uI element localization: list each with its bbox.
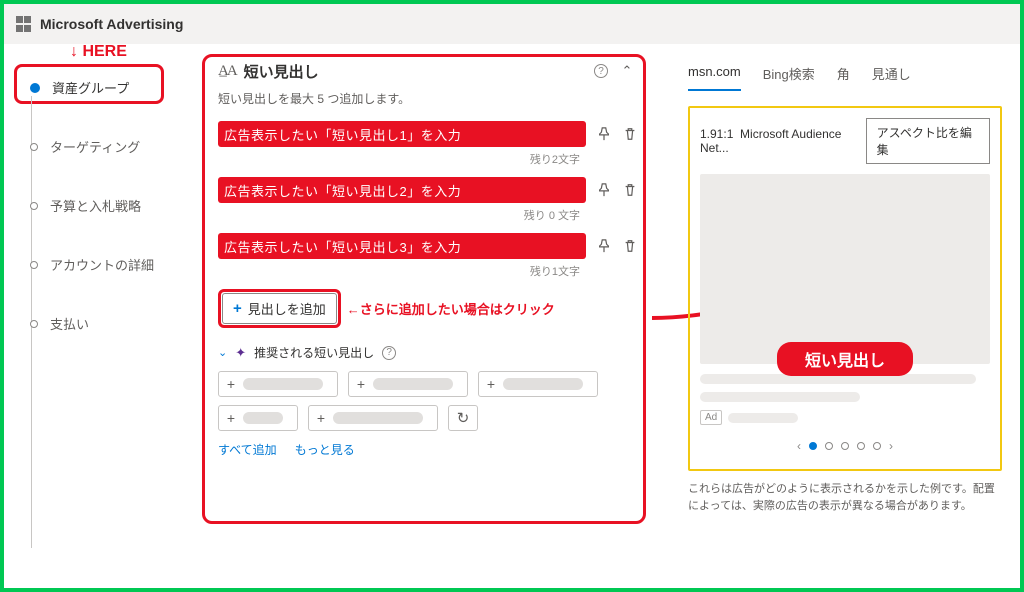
sidebar-item-label: 予算と入札戦略 [50,196,141,215]
step-dot-icon [30,261,38,269]
sidebar-item-payment[interactable]: 支払い [22,308,180,339]
microsoft-logo-icon [16,16,32,32]
headline-badge: 短い見出し [777,342,913,376]
brand-label: Microsoft Advertising [40,16,183,32]
step-dot-icon [30,202,38,210]
pin-icon[interactable] [596,238,612,254]
sidebar: ↓ HERE 資産グループ ターゲティング 予算と入札戦略 アカウントの詳細 支… [4,44,184,588]
preview-pane: msn.com Bing検索 角 見通し 1.91:1 Microsoft Au… [680,44,1020,588]
highlight-add-box: + 見出しを追加 [218,289,341,328]
preview-tabs: msn.com Bing検索 角 見通し [688,64,1002,92]
sidebar-item-account[interactable]: アカウントの詳細 [22,249,180,280]
char-counter: 残り1文字 [218,263,638,279]
pager-prev-icon[interactable]: ‹ [797,439,801,453]
help-icon[interactable]: ? [594,64,608,78]
pager-dot[interactable] [809,442,817,450]
suggest-label: 推奨される短い見出し [254,344,374,361]
chevron-down-icon[interactable]: ⌄ [218,346,227,359]
trash-icon[interactable] [622,182,638,198]
suggestion-pill[interactable]: + [348,371,468,397]
plus-icon: + [219,376,243,392]
trash-icon[interactable] [622,238,638,254]
add-headline-button[interactable]: + 見出しを追加 [222,293,337,324]
help-icon[interactable]: ? [382,346,396,360]
preview-text-lines: Ad [700,374,990,425]
preview-disclaimer: これらは広告がどのように表示されるかを示した例です。配置によっては、実際の広告の… [688,481,1002,514]
sidebar-item-label: ターゲティング [50,137,140,156]
tab-outlook[interactable]: 見通し [872,64,911,91]
plus-icon: + [479,376,503,392]
sidebar-item-targeting[interactable]: ターゲティング [22,131,180,162]
plus-icon: + [309,410,333,426]
sparkle-icon: ✦ [235,345,246,361]
headline-input[interactable]: 広告表示したい「短い見出し3」を入力 [218,233,586,259]
suggestion-pill[interactable]: + [218,405,298,431]
step-dot-icon [30,320,38,328]
preview-image-placeholder: 短い見出し [700,174,990,364]
sidebar-item-budget[interactable]: 予算と入札戦略 [22,190,180,221]
pager-dot[interactable] [825,442,833,450]
suggestion-pill[interactable]: + [218,371,338,397]
char-counter: 残り2文字 [218,151,638,167]
tab-corner[interactable]: 角 [837,64,850,91]
pin-icon[interactable] [596,182,612,198]
sidebar-item-label: 資産グループ [52,78,129,97]
pin-icon[interactable] [596,126,612,142]
top-bar: Microsoft Advertising [4,4,1020,44]
see-more-link[interactable]: もっと見る [295,441,355,458]
tab-msn[interactable]: msn.com [688,64,741,91]
sidebar-item-label: アカウントの詳細 [50,255,154,274]
pager-dot[interactable] [841,442,849,450]
add-all-link[interactable]: すべて追加 [218,441,277,458]
here-annotation: ↓ HERE [70,43,127,61]
sidebar-item-asset-group[interactable]: 資産グループ [22,72,180,103]
char-counter: 残り 0 文字 [218,207,638,223]
text-style-icon: A̲A [218,63,236,80]
panel-description: 短い見出しを最大 5 つ追加します。 [218,90,638,107]
plus-icon: + [219,410,243,426]
plus-icon: + [233,300,242,317]
suggestion-pill[interactable]: + [478,371,598,397]
tab-bing[interactable]: Bing検索 [763,64,815,91]
sidebar-item-label: 支払い [50,314,89,333]
refresh-button[interactable]: ↻ [448,405,478,431]
pager-next-icon[interactable]: › [889,439,893,453]
main-panel: A̲A 短い見出し ? ⌃ 短い見出しを最大 5 つ追加します。 広告表示したい… [184,44,680,588]
preview-box: 1.91:1 Microsoft Audience Net... アスペクト比を… [688,106,1002,471]
add-headline-label: 見出しを追加 [248,299,326,318]
suggestion-pill[interactable]: + [308,405,438,431]
trash-icon[interactable] [622,126,638,142]
add-annotation: ←さらに追加したい場合はクリック [347,299,555,318]
preview-pager: ‹ › [700,439,990,453]
collapse-chevron-icon[interactable]: ⌃ [616,60,638,82]
pager-dot[interactable] [873,442,881,450]
ad-badge: Ad [700,410,722,425]
step-dot-icon [30,143,38,151]
edit-aspect-button[interactable]: アスペクト比を編集 [866,118,990,164]
panel-title: 短い見出し [244,61,586,82]
headline-input[interactable]: 広告表示したい「短い見出し2」を入力 [218,177,586,203]
headline-input[interactable]: 広告表示したい「短い見出し1」を入力 [218,121,586,147]
step-dot-icon [30,83,40,93]
pager-dot[interactable] [857,442,865,450]
plus-icon: + [349,376,373,392]
preview-ratio-label: 1.91:1 Microsoft Audience Net... [700,127,866,155]
